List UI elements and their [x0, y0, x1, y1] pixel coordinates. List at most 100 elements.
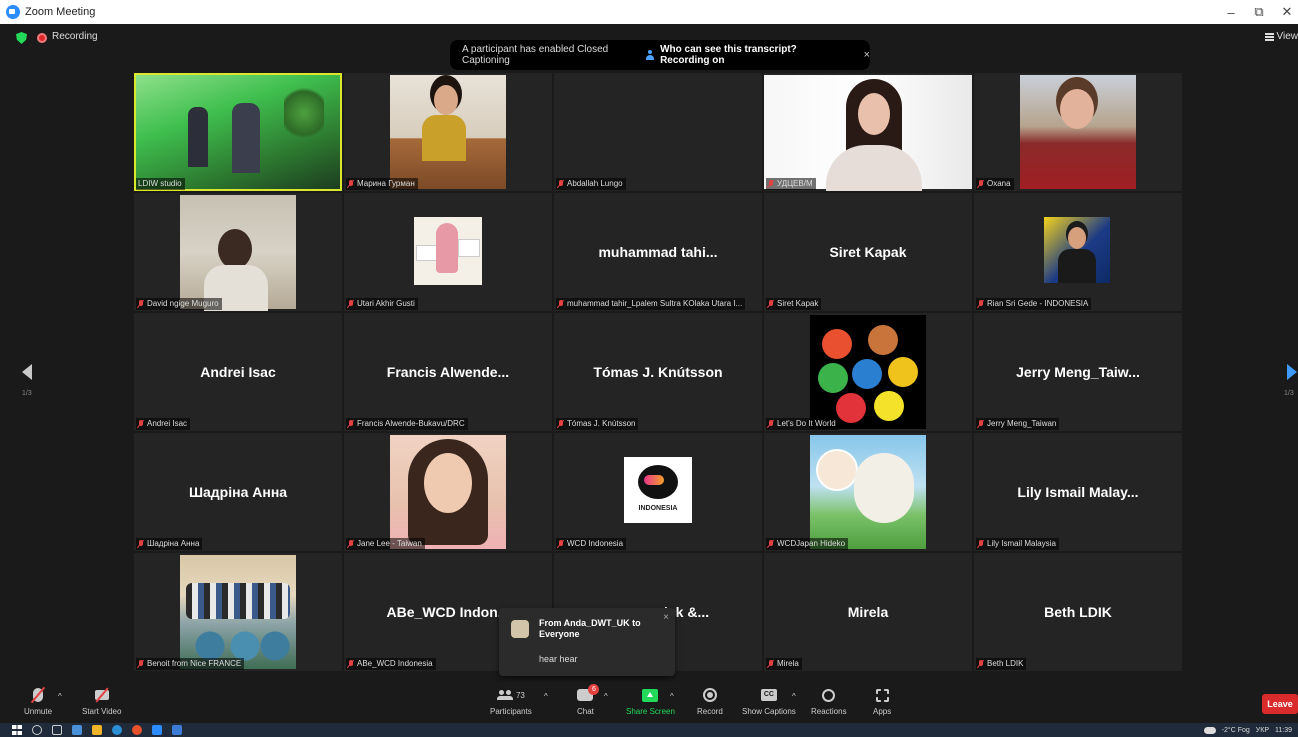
participant-name-label: Jerry Meng_Taiwan [976, 418, 1060, 430]
transcript-visibility-link[interactable]: Who can see this transcript? Recording o… [660, 44, 843, 66]
participant-tile[interactable]: Benoit from Nice FRANCE [134, 553, 342, 671]
chrome-browser-icon[interactable] [132, 725, 142, 735]
chat-button[interactable]: 6 Chat [577, 684, 600, 716]
zoom-meeting-window: Zoom Meeting – ⧉ ✕ Recording View A part… [0, 0, 1298, 737]
participant-tile[interactable]: Andrei Isac Andrei Isac [134, 313, 342, 431]
reactions-button[interactable]: Reactions [811, 684, 847, 716]
participant-name: Lily Ismail Malaysia [987, 539, 1056, 548]
mail-app-icon[interactable] [72, 725, 82, 735]
emoji-face-icon [836, 393, 866, 423]
participant-video [180, 555, 296, 669]
audio-options-caret[interactable]: ^ [58, 692, 62, 701]
participant-tile[interactable]: Utari Akhir Gusti [344, 193, 552, 311]
participant-tile[interactable]: muhammad tahi... muhammad tahir_Lpalem S… [554, 193, 762, 311]
participant-tile[interactable]: Tómas J. Knútsson Tómas J. Knútsson [554, 313, 762, 431]
reaction-smiley-icon [822, 688, 836, 702]
record-button[interactable]: Record [697, 684, 723, 716]
weather-text[interactable]: -2°C Fog [1222, 727, 1250, 734]
leave-meeting-button[interactable]: Leave [1262, 694, 1298, 714]
participant-tile[interactable]: WCDJapan Hideko [764, 433, 972, 551]
mic-muted-icon [558, 540, 564, 548]
participant-name-label: Марина Гурман [346, 178, 418, 190]
restore-button[interactable]: ⧉ [1252, 4, 1266, 20]
mic-muted-icon [558, 180, 564, 188]
clock-time[interactable]: 11:39 [1275, 727, 1292, 734]
cc-banner-message: A participant has enabled Closed Caption… [462, 44, 609, 66]
view-button[interactable]: View [1264, 31, 1298, 42]
participant-tile[interactable]: Mirela Mirela [764, 553, 972, 671]
participant-tile[interactable]: Rian Sri Gede - INDONESIA [974, 193, 1182, 311]
participant-tile[interactable]: Jerry Meng_Taiw... Jerry Meng_Taiwan [974, 313, 1182, 431]
participant-name: Марина Гурман [357, 179, 415, 188]
zoom-taskbar-icon[interactable] [152, 725, 162, 735]
participant-tile[interactable]: Abdallah Lungo [554, 73, 762, 191]
participant-display-name: ick &... [664, 604, 710, 620]
participant-name: Шадріна Анна [147, 539, 200, 548]
closed-captions-icon: CC [760, 689, 777, 701]
show-captions-button[interactable]: CC Show Captions [742, 684, 796, 716]
participant-video [390, 75, 506, 189]
chat-sender: From Anda_DWT_UK to Everyone [539, 618, 641, 639]
app-taskbar-icon[interactable] [172, 725, 182, 735]
close-window-button[interactable]: ✕ [1280, 4, 1294, 20]
participant-display-name: Beth LDIK [1044, 604, 1112, 620]
participant-body [826, 145, 922, 191]
participant-tile[interactable]: УДЦЕВ/М [764, 73, 972, 191]
share-options-caret[interactable]: ^ [670, 692, 674, 701]
chat-options-caret[interactable]: ^ [604, 692, 608, 701]
cc-banner-close-button[interactable]: × [864, 49, 870, 61]
participant-tile[interactable]: David ngige Muguro [134, 193, 342, 311]
participant-tile[interactable]: Шадріна Анна Шадріна Анна [134, 433, 342, 551]
participant-name: Jane Lee - Taiwan [357, 539, 422, 548]
participant-tile[interactable]: Siret Kapak Siret Kapak [764, 193, 972, 311]
search-icon[interactable] [32, 725, 42, 735]
mic-muted-icon [138, 540, 144, 548]
apps-button[interactable]: Apps [873, 684, 891, 716]
participant-display-name: Jerry Meng_Taiw... [1016, 364, 1140, 380]
record-icon [702, 688, 717, 702]
chat-popup-close-button[interactable]: × [663, 612, 669, 623]
participants-options-caret[interactable]: ^ [544, 692, 548, 701]
share-screen-button[interactable]: Share Screen [626, 684, 675, 716]
participant-name-label: Jane Lee - Taiwan [346, 538, 425, 550]
keyboard-language[interactable]: УКР [1256, 727, 1269, 734]
participant-video [390, 435, 506, 549]
start-video-label: Start Video [82, 707, 122, 716]
start-video-button[interactable]: Start Video [82, 684, 121, 716]
windows-start-icon[interactable] [12, 725, 22, 735]
captions-options-caret[interactable]: ^ [792, 692, 796, 701]
participant-tile[interactable]: Марина Гурман [344, 73, 552, 191]
recording-indicator-icon [37, 33, 47, 43]
participant-tile[interactable]: Jane Lee - Taiwan [344, 433, 552, 551]
participant-tile[interactable]: Francis Alwende... Francis Alwende-Bukav… [344, 313, 552, 431]
participant-name-label: Mirela [766, 658, 802, 670]
task-view-icon[interactable] [52, 725, 62, 735]
mic-muted-icon [768, 180, 774, 188]
logo-caption: INDONESIA [638, 505, 678, 512]
minimize-button[interactable]: – [1224, 5, 1238, 20]
file-explorer-icon[interactable] [92, 725, 102, 735]
next-page-arrow-icon[interactable] [1287, 364, 1297, 380]
emoji-face-icon [888, 357, 918, 387]
participant-video [136, 75, 340, 189]
window-title: Zoom Meeting [25, 6, 96, 18]
mic-muted-icon [558, 300, 564, 308]
unmute-button[interactable]: Unmute [24, 684, 52, 716]
participant-tile[interactable]: Let's Do It World [764, 313, 972, 431]
participant-display-name: Шадріна Анна [188, 484, 288, 500]
participant-tile[interactable]: LDIW studio [134, 73, 342, 191]
participant-tile[interactable]: Oxana [974, 73, 1182, 191]
security-shield-icon[interactable] [16, 32, 27, 44]
previous-page-arrow-icon[interactable] [22, 364, 32, 380]
participant-video [180, 195, 296, 311]
participant-tile[interactable]: Beth LDIK Beth LDIK [974, 553, 1182, 671]
participant-tile[interactable]: Lily Ismail Malay... Lily Ismail Malaysi… [974, 433, 1182, 551]
apps-label: Apps [873, 707, 892, 716]
participant-tile[interactable]: INDONESIA WCD Indonesia [554, 433, 762, 551]
participants-button[interactable]: 73 Participants [490, 684, 532, 716]
participant-name: muhammad tahir_Lpalem Sultra KOlaka Utar… [567, 299, 743, 308]
mic-muted-icon [348, 300, 354, 308]
chat-notification-popup[interactable]: From Anda_DWT_UK to Everyone hear hear × [499, 608, 675, 676]
participant-name-label: Lily Ismail Malaysia [976, 538, 1059, 550]
edge-browser-icon[interactable] [112, 725, 122, 735]
